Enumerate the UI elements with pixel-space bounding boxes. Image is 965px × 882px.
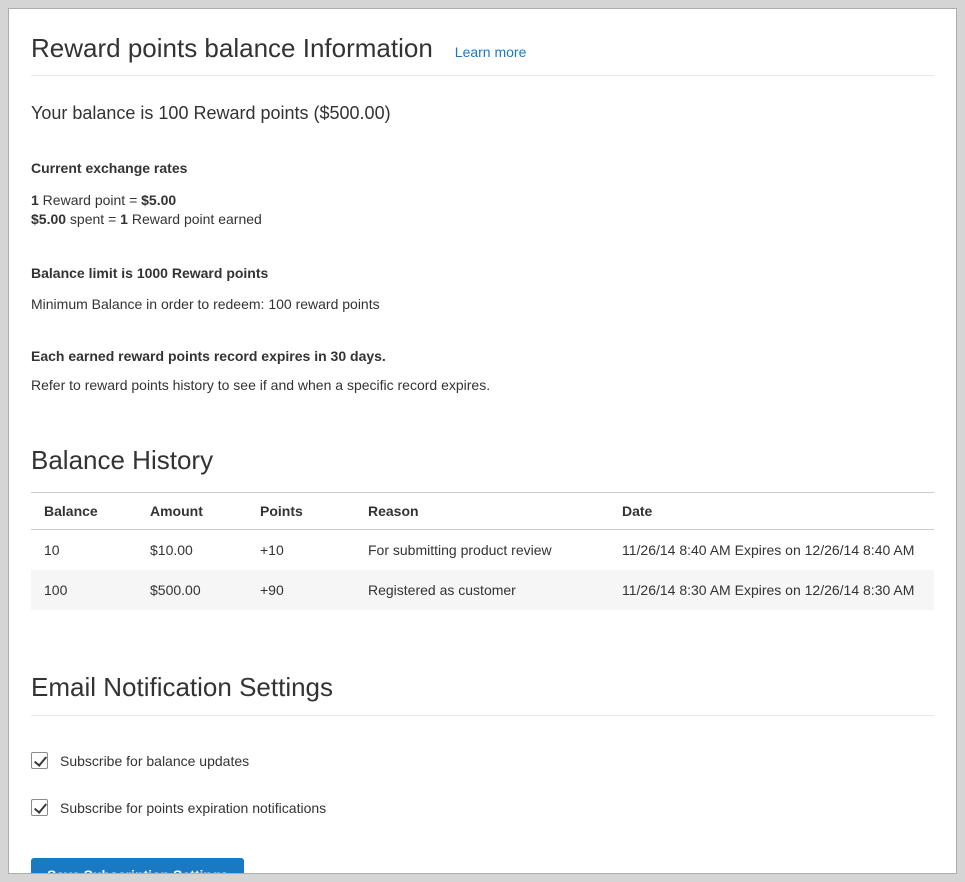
expiration-heading: Each earned reward points record expires… [31,348,934,364]
page-header: Reward points balance Information Learn … [31,33,934,76]
column-header-reason: Reason [355,493,609,530]
exchange-rates-heading: Current exchange rates [31,160,934,176]
subscribe-balance-row: Subscribe for balance updates [31,752,249,769]
cell-balance: 10 [31,530,137,571]
subscribe-expiration-row: Subscribe for points expiration notifica… [31,799,326,816]
rate2-amount-value: $5.00 [31,211,66,227]
balance-history-heading: Balance History [31,445,934,476]
rate1-amount-value: $5.00 [141,192,176,208]
column-header-amount: Amount [137,493,247,530]
rate1-text: Reward point = [39,192,141,208]
minimum-balance-text: Minimum Balance in order to redeem: 100 … [31,296,934,312]
save-subscription-button[interactable]: Save Subscription Settings [31,858,244,874]
balance-history-table: Balance Amount Points Reason Date 10 $10… [31,492,934,610]
cell-balance: 100 [31,570,137,610]
table-header-row: Balance Amount Points Reason Date [31,493,934,530]
email-settings-heading: Email Notification Settings [31,672,934,716]
cell-reason: For submitting product review [355,530,609,571]
cell-reason: Registered as customer [355,570,609,610]
subscribe-balance-label: Subscribe for balance updates [60,753,249,769]
learn-more-link[interactable]: Learn more [455,44,527,60]
column-header-date: Date [609,493,934,530]
cell-amount: $10.00 [137,530,247,571]
table-row: 10 $10.00 +10 For submitting product rev… [31,530,934,571]
reward-points-panel: Reward points balance Information Learn … [8,8,957,874]
rate1-points-value: 1 [31,192,39,208]
subscribe-expiration-checkbox[interactable] [31,799,48,816]
cell-points: +90 [247,570,355,610]
cell-date: 11/26/14 8:30 AM Expires on 12/26/14 8:3… [609,570,934,610]
column-header-balance: Balance [31,493,137,530]
page-title: Reward points balance Information [31,33,433,64]
table-row: 100 $500.00 +90 Registered as customer 1… [31,570,934,610]
exchange-rates-block: 1 Reward point = $5.00 $5.00 spent = 1 R… [31,191,934,229]
exchange-rate-line-2: $5.00 spent = 1 Reward point earned [31,210,934,229]
cell-points: +10 [247,530,355,571]
expiration-note: Refer to reward points history to see if… [31,377,934,393]
balance-limit-text: Balance limit is 1000 Reward points [31,265,934,281]
subscribe-expiration-label: Subscribe for points expiration notifica… [60,800,326,816]
exchange-rate-line-1: 1 Reward point = $5.00 [31,191,934,210]
subscribe-balance-checkbox[interactable] [31,752,48,769]
cell-amount: $500.00 [137,570,247,610]
rate2-text: spent = [66,211,120,227]
rate2-points-value: 1 [120,211,128,227]
column-header-points: Points [247,493,355,530]
rate2-suffix: Reward point earned [128,211,262,227]
cell-date: 11/26/14 8:40 AM Expires on 12/26/14 8:4… [609,530,934,571]
balance-summary: Your balance is 100 Reward points ($500.… [31,103,934,124]
